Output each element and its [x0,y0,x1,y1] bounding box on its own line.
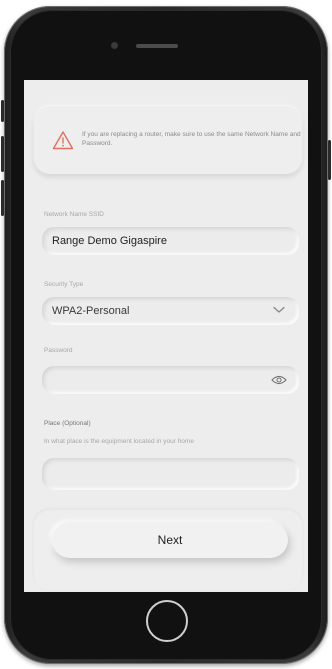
home-button[interactable] [146,600,188,642]
security-type-select[interactable]: WPA2-Personal [42,297,299,325]
side-button [1,136,4,172]
network-name-field[interactable]: Range Demo Gigaspire [42,227,299,255]
place-label: Place (Optional) [44,420,91,427]
network-name-value: Range Demo Gigaspire [52,235,167,247]
network-name-label: Network Name SSID [44,211,104,218]
eye-icon[interactable] [271,375,287,385]
earpiece-speaker [136,44,178,48]
notice-text: If you are replacing a router, make sure… [82,131,301,147]
app-screen: If you are replacing a router, make sure… [24,80,308,592]
warning-triangle-icon [52,131,74,150]
place-hint: In what place is the equipment located i… [44,438,194,445]
chevron-down-icon [273,306,285,313]
side-button [1,180,4,216]
place-field[interactable] [42,458,299,490]
password-field[interactable] [42,366,299,394]
side-button [1,100,4,122]
next-button[interactable]: Next [52,522,288,558]
side-button [328,140,331,180]
security-type-value: WPA2-Personal [52,305,130,317]
replace-router-notice: If you are replacing a router, make sure… [34,106,302,174]
front-camera [111,42,118,49]
security-type-label: Security Type [44,281,84,288]
password-label: Password [44,347,73,354]
